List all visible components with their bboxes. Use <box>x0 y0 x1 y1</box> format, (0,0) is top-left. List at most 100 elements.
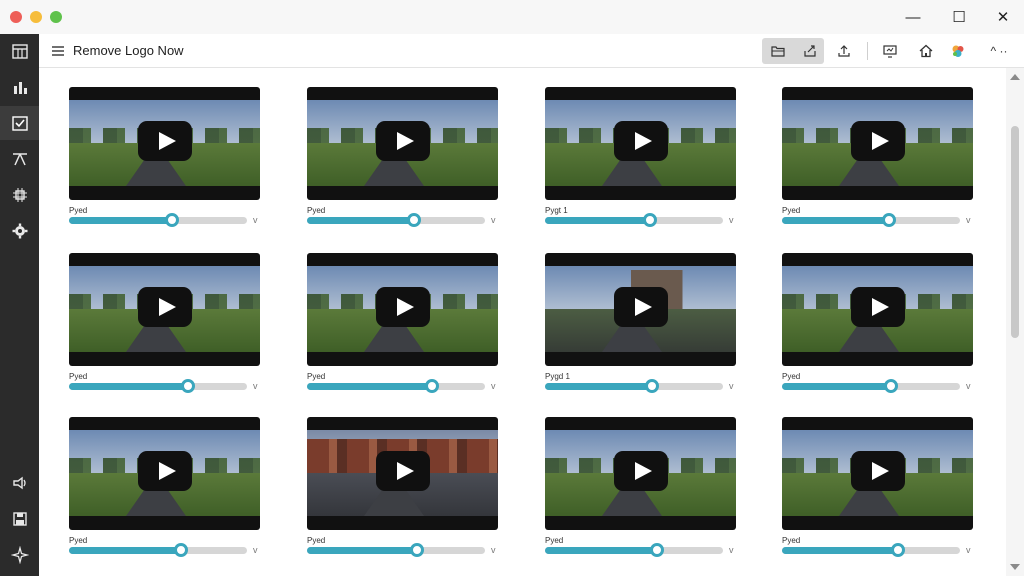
video-card[interactable]: Pyed v <box>782 87 974 227</box>
slider-handle[interactable] <box>410 543 424 557</box>
slider-handle[interactable] <box>407 213 421 227</box>
video-thumbnail[interactable] <box>545 87 736 200</box>
progress-slider[interactable] <box>545 543 723 557</box>
video-card[interactable]: Pyed v <box>307 253 499 393</box>
sidebar-item-checklist[interactable] <box>0 106 39 140</box>
export-button[interactable] <box>795 38 825 64</box>
slider-handle[interactable] <box>884 379 898 393</box>
play-button[interactable] <box>614 451 668 491</box>
theme-button[interactable] <box>943 38 973 64</box>
progress-slider[interactable] <box>69 543 247 557</box>
progress-slider[interactable] <box>782 379 960 393</box>
sidebar-item-calendar[interactable] <box>0 34 39 68</box>
more-options-button[interactable]: ^ ·· <box>981 38 1017 64</box>
sidebar-item-settings[interactable] <box>0 214 39 248</box>
video-thumbnail[interactable] <box>782 87 973 200</box>
chevron-down-icon[interactable]: v <box>253 381 258 391</box>
video-card[interactable]: Pyed v <box>545 417 737 557</box>
play-button[interactable] <box>376 121 430 161</box>
progress-fill <box>782 547 898 554</box>
progress-slider[interactable] <box>545 379 723 393</box>
home-button[interactable] <box>911 38 941 64</box>
video-card[interactable]: Pyed v <box>69 253 261 393</box>
sidebar-item-chip[interactable] <box>0 178 39 212</box>
chevron-down-icon[interactable]: v <box>491 215 496 225</box>
video-thumbnail[interactable] <box>307 253 498 366</box>
maximize-icon[interactable]: ☐ <box>946 6 972 28</box>
close-window-button[interactable] <box>10 11 22 23</box>
play-button[interactable] <box>138 121 192 161</box>
chevron-down-icon[interactable]: v <box>966 545 971 555</box>
minimize-window-button[interactable] <box>30 11 42 23</box>
video-thumbnail[interactable] <box>782 253 973 366</box>
sidebar-item-crop[interactable] <box>0 142 39 176</box>
video-thumbnail[interactable] <box>69 417 260 530</box>
play-button[interactable] <box>851 121 905 161</box>
video-thumbnail[interactable] <box>307 87 498 200</box>
progress-slider[interactable] <box>307 213 485 227</box>
play-button[interactable] <box>376 451 430 491</box>
video-card[interactable]: Pygd 1 v <box>545 253 737 393</box>
play-button[interactable] <box>614 121 668 161</box>
scroll-up-arrow-icon[interactable] <box>1010 74 1020 80</box>
chevron-down-icon[interactable]: v <box>729 545 734 555</box>
chevron-down-icon[interactable]: v <box>729 381 734 391</box>
sidebar-item-sparkle[interactable] <box>0 538 39 572</box>
video-thumbnail[interactable] <box>782 417 973 530</box>
video-card[interactable]: Pyed v <box>69 87 261 227</box>
play-button[interactable] <box>851 287 905 327</box>
chevron-down-icon[interactable]: v <box>966 381 971 391</box>
video-card[interactable]: Pyed v <box>782 253 974 393</box>
close-icon[interactable]: ✕ <box>990 6 1016 28</box>
hamburger-menu-icon[interactable] <box>51 44 65 58</box>
zoom-window-button[interactable] <box>50 11 62 23</box>
play-button[interactable] <box>851 451 905 491</box>
chevron-down-icon[interactable]: v <box>253 545 258 555</box>
video-thumbnail[interactable] <box>69 87 260 200</box>
progress-slider[interactable] <box>545 213 723 227</box>
play-button[interactable] <box>138 451 192 491</box>
chevron-down-icon[interactable]: v <box>253 215 258 225</box>
slider-handle[interactable] <box>165 213 179 227</box>
slider-handle[interactable] <box>174 543 188 557</box>
upload-button[interactable] <box>829 38 859 64</box>
video-card[interactable]: Pyed v <box>307 87 499 227</box>
scroll-down-arrow-icon[interactable] <box>1010 564 1020 570</box>
video-thumbnail[interactable] <box>69 253 260 366</box>
sidebar-item-chart[interactable] <box>0 70 39 104</box>
slider-handle[interactable] <box>425 379 439 393</box>
minimize-icon[interactable]: — <box>900 6 926 28</box>
slider-handle[interactable] <box>645 379 659 393</box>
chevron-down-icon[interactable]: v <box>491 545 496 555</box>
sidebar-item-save[interactable] <box>0 502 39 536</box>
vertical-scrollbar[interactable] <box>1006 68 1024 576</box>
play-button[interactable] <box>138 287 192 327</box>
slider-handle[interactable] <box>181 379 195 393</box>
monitor-button[interactable] <box>875 38 905 64</box>
progress-slider[interactable] <box>307 543 485 557</box>
play-button[interactable] <box>614 287 668 327</box>
video-card[interactable]: Pyed v <box>782 417 974 557</box>
video-thumbnail[interactable] <box>545 417 736 530</box>
progress-slider[interactable] <box>782 543 960 557</box>
video-card[interactable]: Pygt 1 v <box>545 87 737 227</box>
video-card[interactable]: Pyed v <box>307 417 499 557</box>
slider-handle[interactable] <box>643 213 657 227</box>
slider-handle[interactable] <box>882 213 896 227</box>
play-button[interactable] <box>376 287 430 327</box>
progress-slider[interactable] <box>307 379 485 393</box>
progress-slider[interactable] <box>69 213 247 227</box>
progress-slider[interactable] <box>69 379 247 393</box>
chevron-down-icon[interactable]: v <box>729 215 734 225</box>
video-thumbnail[interactable] <box>545 253 736 366</box>
open-folder-button[interactable] <box>763 38 793 64</box>
video-thumbnail[interactable] <box>307 417 498 530</box>
sidebar-item-sound[interactable] <box>0 466 39 500</box>
slider-handle[interactable] <box>891 543 905 557</box>
progress-slider[interactable] <box>782 213 960 227</box>
chevron-down-icon[interactable]: v <box>966 215 971 225</box>
video-card[interactable]: Pyed v <box>69 417 261 557</box>
slider-handle[interactable] <box>650 543 664 557</box>
scroll-thumb[interactable] <box>1011 126 1019 338</box>
chevron-down-icon[interactable]: v <box>491 381 496 391</box>
